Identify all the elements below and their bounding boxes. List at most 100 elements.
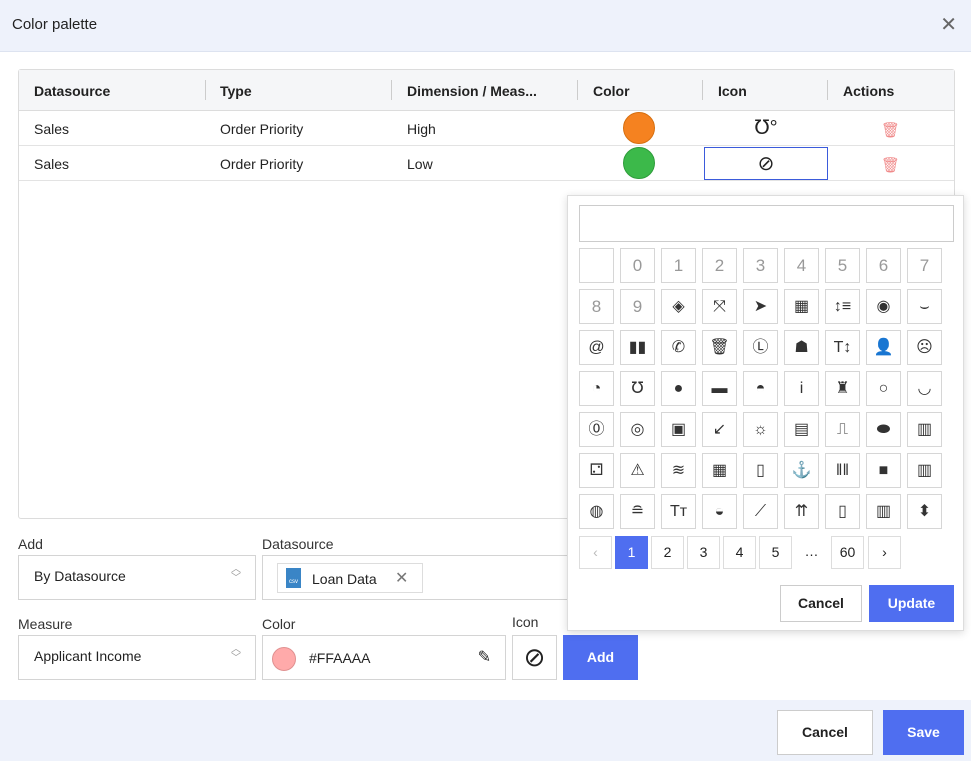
color-swatch[interactable] <box>623 147 655 179</box>
col-type[interactable]: Type <box>220 83 252 99</box>
add-button[interactable]: Add <box>563 635 638 680</box>
digit-7-icon[interactable]: 7 <box>907 248 942 283</box>
sort-icon[interactable]: ⬍ <box>907 494 942 529</box>
anchor-check-icon[interactable]: ⚓ <box>784 453 819 488</box>
table-row[interactable]: Sales Order Priority High ℧° 🗑 <box>19 111 954 146</box>
comment-icon[interactable]: ▬ <box>702 371 737 406</box>
prev-page-button[interactable]: ‹ <box>579 536 612 569</box>
info-icon[interactable]: i <box>784 371 819 406</box>
icon-search-input[interactable] <box>579 205 954 242</box>
clock-l-icon[interactable]: Ⓛ <box>743 330 778 365</box>
page-5-button[interactable]: 5 <box>759 536 792 569</box>
page-4-button[interactable]: 4 <box>723 536 756 569</box>
trash-icon[interactable]: 🗑 <box>702 330 737 365</box>
barcode-icon[interactable]: ‖‖ <box>825 453 860 488</box>
barcode-read-icon[interactable]: ▥ <box>866 494 901 529</box>
table-row[interactable]: Sales Order Priority Low ⊘ 🗑 <box>19 146 954 181</box>
compress-alt-icon[interactable]: ↙ <box>702 412 737 447</box>
stethoscope-icon[interactable]: ℧° <box>704 112 828 145</box>
stethoscope-icon[interactable]: ℧ <box>620 371 655 406</box>
ufo-icon[interactable]: ◒ <box>702 494 737 529</box>
calendar-icon[interactable]: ▦ <box>702 453 737 488</box>
digit-6-icon[interactable]: 6 <box>866 248 901 283</box>
fork-icon[interactable]: ⟋ <box>743 494 778 529</box>
fill-drip-icon[interactable]: ◈ <box>661 289 696 324</box>
color-input[interactable]: #FFAAAA ✎ <box>262 635 506 680</box>
digit-8-icon[interactable]: 8 <box>579 289 614 324</box>
save-button[interactable]: Save <box>883 710 964 755</box>
compact-disc-icon[interactable]: ◉ <box>866 289 901 324</box>
user-times-icon[interactable]: 👤 <box>866 330 901 365</box>
tachometer-icon[interactable]: ◔ <box>579 371 614 406</box>
phone-outgoing-icon[interactable]: ✆ <box>661 330 696 365</box>
picker-update-button[interactable]: Update <box>869 585 954 622</box>
color-swatch[interactable] <box>272 647 296 671</box>
chevron-circle-right-icon[interactable]: ➤ <box>743 289 778 324</box>
datasource-input[interactable]: csv Loan Data ✕ <box>262 555 572 600</box>
wave-square-icon[interactable]: ⎍ <box>825 412 860 447</box>
digit-5-icon[interactable]: 5 <box>825 248 860 283</box>
next-page-button[interactable]: › <box>868 536 901 569</box>
trash-icon[interactable]: 🗑 <box>881 121 900 139</box>
robot-icon[interactable]: ♜ <box>825 371 860 406</box>
file-alt-icon[interactable]: ▤ <box>784 412 819 447</box>
col-icon[interactable]: Icon <box>718 83 747 99</box>
arrows-to-top-icon[interactable]: ⇈ <box>784 494 819 529</box>
at-icon[interactable]: @ <box>579 330 614 365</box>
ban-icon[interactable]: ⊘ <box>512 635 557 680</box>
sunset-icon[interactable]: ≘ <box>620 494 655 529</box>
color-swatch[interactable] <box>623 112 655 144</box>
line-height-icon[interactable]: ↕≡ <box>825 289 860 324</box>
grin-beam-icon[interactable]: ⌣ <box>907 289 942 324</box>
col-actions: Actions <box>843 83 895 99</box>
ring-icon[interactable]: ○ <box>866 371 901 406</box>
ipod-icon[interactable]: ▯ <box>743 453 778 488</box>
cancel-button[interactable]: Cancel <box>777 710 873 755</box>
col-dimension[interactable]: Dimension / Meas... <box>407 83 537 99</box>
digit-1-icon[interactable]: 1 <box>661 248 696 283</box>
eyedropper-icon[interactable]: ✎ <box>478 647 491 667</box>
address-card-icon[interactable]: ▣ <box>661 412 696 447</box>
text-size-icon[interactable]: Tт <box>661 494 696 529</box>
digit-9-icon[interactable]: 9 <box>620 289 655 324</box>
mask-icon[interactable]: ◎ <box>620 412 655 447</box>
digit-0-icon[interactable]: 0 <box>620 248 655 283</box>
col-datasource[interactable]: Datasource <box>34 83 110 99</box>
sad-cry-icon[interactable]: ☹ <box>907 330 942 365</box>
trash-icon[interactable]: 🗑 <box>881 156 900 174</box>
bowl-chopsticks-icon[interactable]: ◡ <box>907 371 942 406</box>
mobile-signal-icon[interactable]: ▯ <box>825 494 860 529</box>
col-color[interactable]: Color <box>593 83 630 99</box>
head-vr-icon[interactable]: ☗ <box>784 330 819 365</box>
text-height-icon[interactable]: T↕ <box>825 330 860 365</box>
wagon-icon[interactable]: ▦ <box>784 289 819 324</box>
zero-icon[interactable]: ⓪ <box>579 412 614 447</box>
ring-oval-icon[interactable]: ⬬ <box>866 412 901 447</box>
page-60-button[interactable]: 60 <box>831 536 864 569</box>
measure-select[interactable]: Applicant Income ︿ ﹀ <box>18 635 256 680</box>
page-3-button[interactable]: 3 <box>687 536 720 569</box>
tire-pressure-icon[interactable]: ⚠ <box>620 453 655 488</box>
page-1-button[interactable]: 1 <box>615 536 648 569</box>
lightbulb-icon[interactable]: ● <box>661 371 696 406</box>
building-plus-icon[interactable]: ▥ <box>907 453 942 488</box>
digit-4-icon[interactable]: 4 <box>784 248 819 283</box>
tablets-icon[interactable]: ▮▮ <box>620 330 655 365</box>
salad-icon[interactable]: ◓ <box>743 371 778 406</box>
wifi-icon[interactable]: ≋ <box>661 453 696 488</box>
volleyball-icon[interactable]: ◍ <box>579 494 614 529</box>
remove-chip-icon[interactable]: ✕ <box>395 568 408 588</box>
digit-3-icon[interactable]: 3 <box>743 248 778 283</box>
ban-icon[interactable]: ⊘ <box>704 147 828 180</box>
digit-2-icon[interactable]: 2 <box>702 248 737 283</box>
page-2-button[interactable]: 2 <box>651 536 684 569</box>
building-icon[interactable]: ▥ <box>907 412 942 447</box>
sunrise-icon[interactable]: ☼ <box>743 412 778 447</box>
dice-two-icon[interactable]: ⚁ <box>579 453 614 488</box>
blank-icon[interactable] <box>579 248 614 283</box>
close-icon[interactable]: ✕ <box>940 12 957 37</box>
compress-arrows-icon[interactable]: ⤧ <box>702 289 737 324</box>
jar-icon[interactable]: ■ <box>866 453 901 488</box>
add-select[interactable]: By Datasource ︿ ﹀ <box>18 555 256 600</box>
picker-cancel-button[interactable]: Cancel <box>780 585 862 622</box>
